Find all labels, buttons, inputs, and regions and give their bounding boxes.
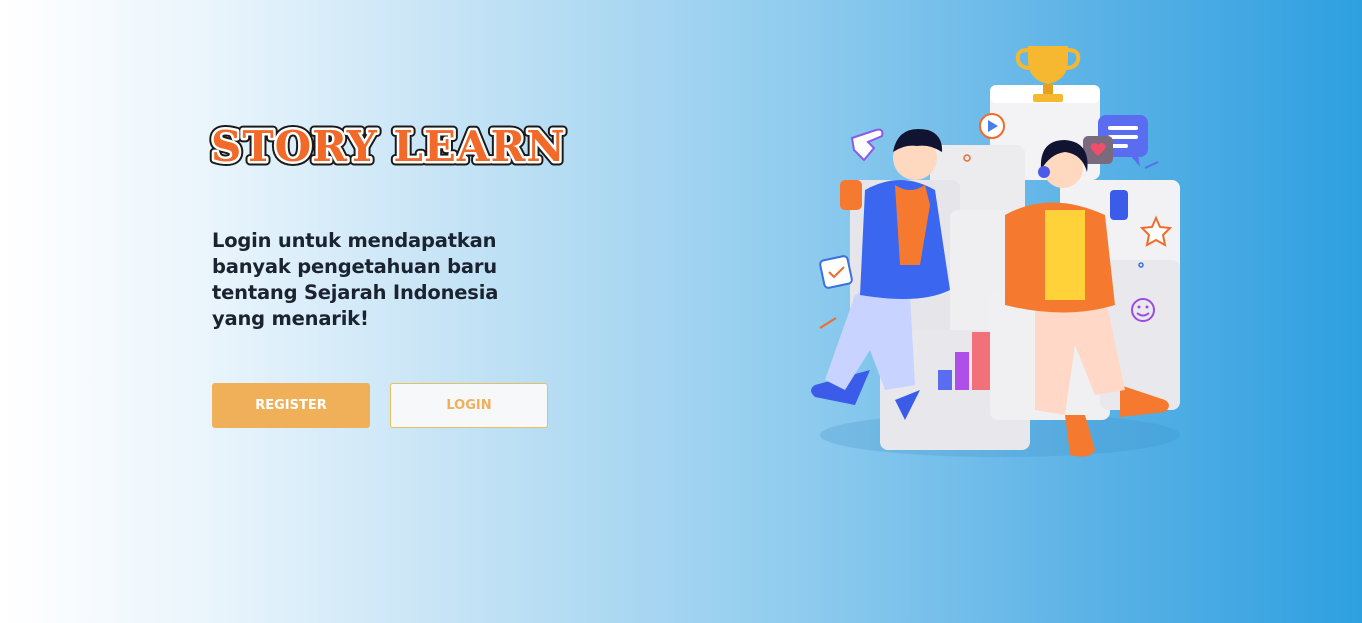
- register-button[interactable]: REGISTER: [212, 383, 370, 428]
- play-icon: [979, 113, 1005, 139]
- login-button[interactable]: LOGIN: [390, 383, 548, 428]
- check-icon: [819, 255, 853, 289]
- logo-text: STORY LEARN: [211, 122, 566, 171]
- hero-tagline: Login untuk mendapatkan banyak pengetahu…: [212, 229, 499, 330]
- hero-illustration: [800, 40, 1200, 460]
- pointer-hand-icon: [850, 128, 884, 162]
- app-logo: STORY LEARN STORY LEARN STORY LEARN: [205, 117, 585, 177]
- heart-icon: [1083, 136, 1113, 164]
